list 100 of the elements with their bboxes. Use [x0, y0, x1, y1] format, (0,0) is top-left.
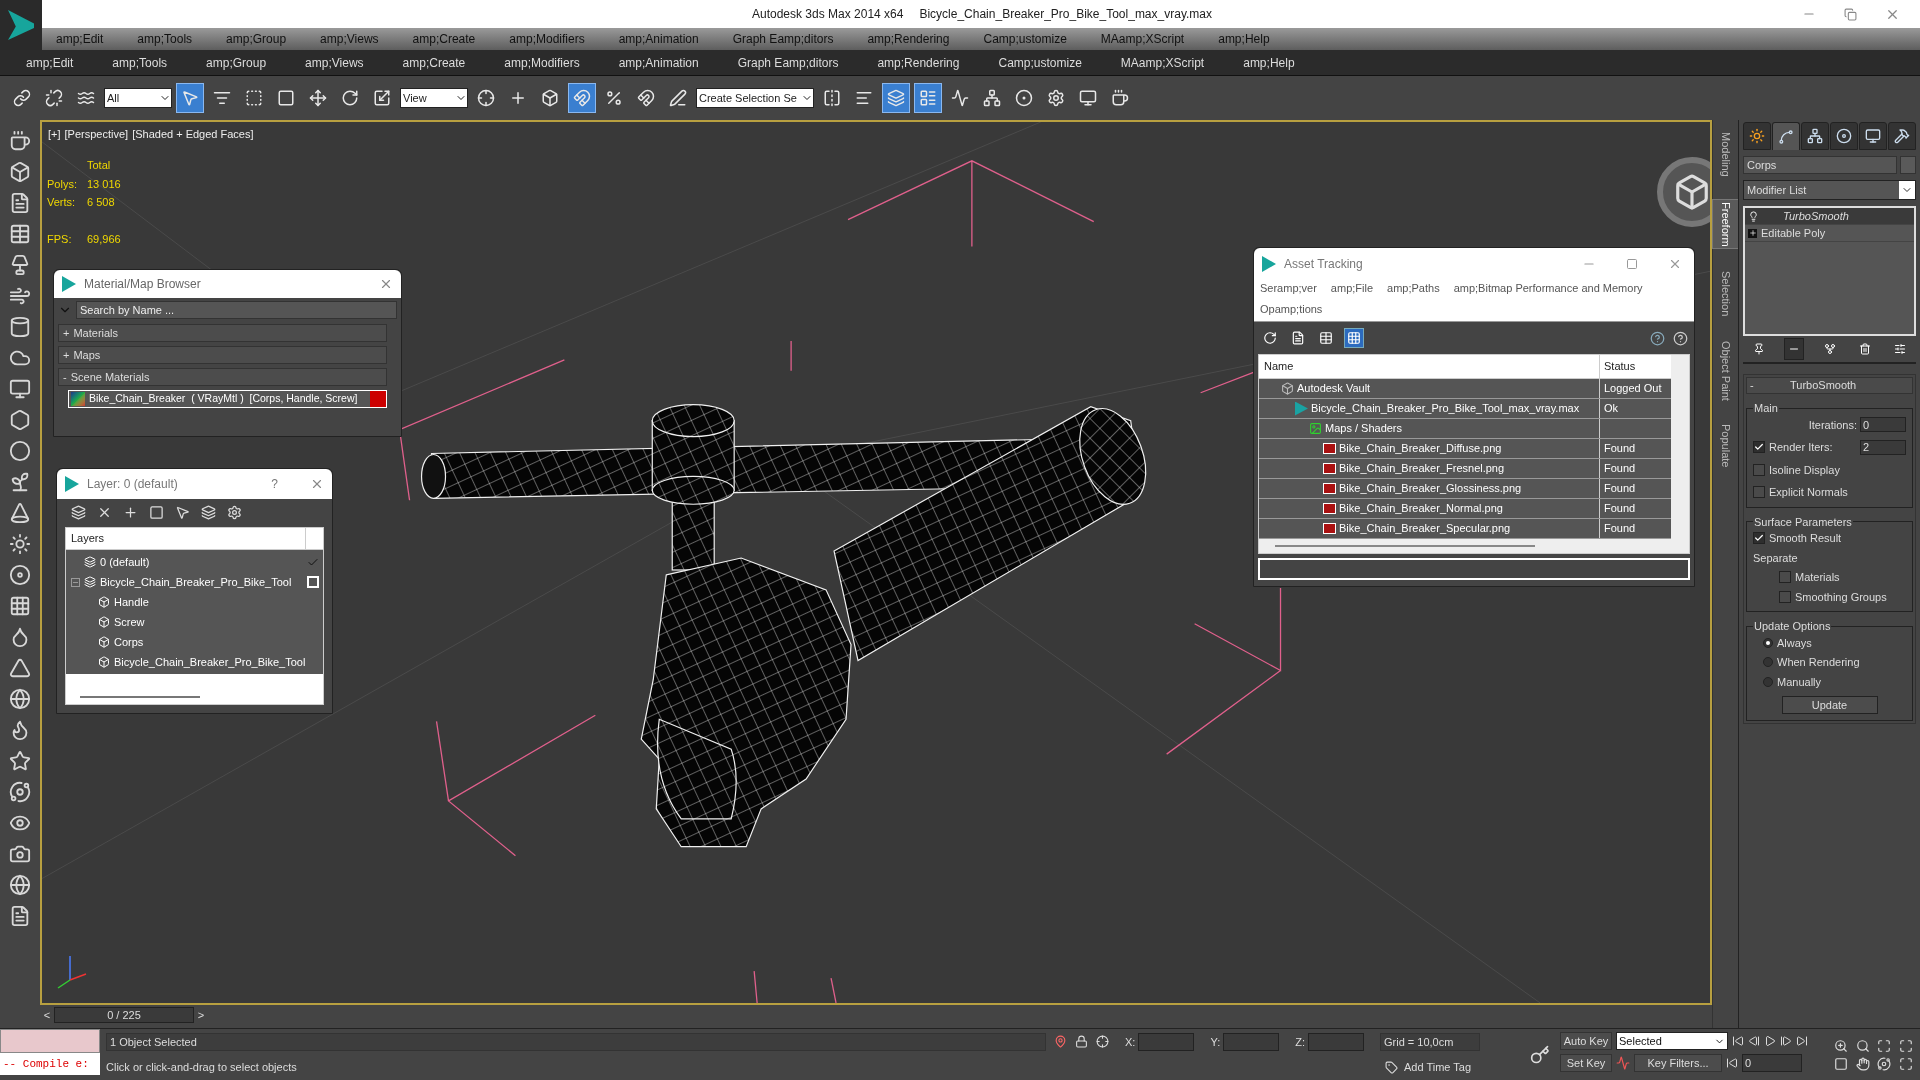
- layer-name[interactable]: Handle: [114, 593, 323, 611]
- frame-field[interactable]: 0: [1742, 1054, 1802, 1072]
- layer-name[interactable]: Bicycle_Chain_Breaker_Pro_Bike_Tool: [114, 653, 323, 671]
- previous-frame-button[interactable]: <: [40, 1006, 54, 1024]
- object-name-field[interactable]: Corps: [1743, 156, 1897, 174]
- ribbon-tab[interactable]: Modeling: [1713, 130, 1738, 179]
- asset-status: Found: [1604, 461, 1636, 477]
- material-item[interactable]: Bike_Chain_Breaker ( VRayMtl ) [Corps, Handle, Screw]: [68, 390, 387, 408]
- help-button[interactable]: ?: [271, 475, 278, 493]
- group-header[interactable]: + Materials: [58, 324, 387, 342]
- modifier-stack-item[interactable]: TurboSmooth: [1745, 208, 1914, 225]
- menu-item[interactable]: Camp;ustomize: [983, 30, 1067, 48]
- menu-item[interactable]: amp;Tools: [137, 30, 193, 48]
- menu-item[interactable]: Graph Eamp;ditors: [737, 53, 839, 72]
- selection-status: 1 Object Selected: [106, 1032, 1046, 1051]
- set-key-button[interactable]: Set Key: [1560, 1054, 1612, 1072]
- column-header[interactable]: Name: [1259, 358, 1599, 375]
- menu-item[interactable]: amp;Views: [320, 30, 379, 48]
- ribbon-tab[interactable]: Selection: [1713, 269, 1738, 319]
- menu-item[interactable]: MAamp;XScript: [1100, 30, 1185, 48]
- menu-item[interactable]: amp;Group: [226, 30, 287, 48]
- viewport-label[interactable]: [+]: [48, 126, 61, 143]
- menu-item[interactable]: MAamp;XScript: [1120, 53, 1205, 72]
- next-frame-button[interactable]: >: [194, 1006, 208, 1024]
- asset-status: Ok: [1604, 401, 1619, 417]
- group-title: Update Options: [1753, 619, 1832, 634]
- dropdown[interactable]: View: [400, 88, 468, 108]
- asset-name[interactable]: Bike_Chain_Breaker_Diffuse.png: [1339, 440, 1502, 457]
- column-header[interactable]: Status: [1599, 355, 1671, 378]
- layer-name[interactable]: Screw: [114, 613, 323, 631]
- viewport-label[interactable]: [Perspective]: [64, 126, 129, 143]
- asset-name[interactable]: Bike_Chain_Breaker_Specular.png: [1339, 520, 1511, 537]
- window-title: Asset Tracking: [1284, 256, 1364, 273]
- asset-name[interactable]: Maps / Shaders: [1325, 420, 1403, 437]
- window-title: Autodesk 3ds Max 2014 x64: [752, 6, 904, 23]
- search-field[interactable]: Search by Name ...: [76, 301, 397, 319]
- render-iters-spinner[interactable]: 2: [1860, 439, 1906, 455]
- checkbox-label: Materials: [1795, 570, 1840, 585]
- asset-status: Found: [1604, 441, 1636, 457]
- menu-item[interactable]: amp;Modifiers: [509, 30, 585, 48]
- asset-status: Found: [1604, 521, 1636, 537]
- coordinate-label: X:: [1125, 1034, 1136, 1050]
- menu-item[interactable]: Graph Eamp;ditors: [732, 30, 834, 48]
- menu-item[interactable]: amp;Help: [1243, 53, 1295, 72]
- menu-item[interactable]: amp;Create: [412, 30, 476, 48]
- dropdown[interactable]: Create Selection Se: [696, 88, 814, 108]
- menu-item[interactable]: amp;Animation: [618, 30, 699, 48]
- ribbon-tab[interactable]: Object Paint: [1713, 338, 1738, 403]
- menu-item[interactable]: amp;Help: [1218, 30, 1270, 48]
- layer-name[interactable]: 0 (default): [100, 553, 303, 571]
- modifier-list-dropdown[interactable]: Modifier List: [1743, 180, 1916, 200]
- update-button[interactable]: Update: [1781, 696, 1878, 714]
- group-header[interactable]: + Maps: [58, 346, 387, 364]
- menu-item[interactable]: Camp;ustomize: [998, 53, 1082, 72]
- key-mode-dropdown[interactable]: Selected: [1616, 1032, 1728, 1050]
- menu-item[interactable]: amp;Edit: [26, 53, 74, 72]
- asset-status: Found: [1604, 481, 1636, 497]
- asset-name[interactable]: Bike_Chain_Breaker_Fresnel.png: [1339, 460, 1505, 477]
- menu-item[interactable]: Seramp;ver: [1260, 280, 1317, 297]
- layer-name[interactable]: Bicycle_Chain_Breaker_Pro_Bike_Tool: [100, 573, 303, 591]
- key-filters-button[interactable]: Key Filters...: [1634, 1054, 1722, 1072]
- menu-item[interactable]: amp;Rendering: [877, 53, 960, 72]
- stat-label: FPS:: [47, 231, 73, 247]
- menu-item[interactable]: amp;Edit: [56, 30, 104, 48]
- stats-header: Total: [87, 158, 112, 173]
- ribbon-tab[interactable]: Populate: [1713, 422, 1738, 470]
- section-label: Separate: [1753, 550, 1799, 566]
- prompt-text: Click or click-and-drag to select objects: [106, 1060, 298, 1075]
- menu-item[interactable]: amp;Modifiers: [504, 53, 580, 72]
- asset-name[interactable]: Autodesk Vault: [1297, 380, 1371, 397]
- menu-item[interactable]: amp;Animation: [618, 53, 699, 72]
- menu-item[interactable]: amp;Bitmap Performance and Memory: [1453, 280, 1643, 297]
- modifier-stack-item[interactable]: Editable Poly: [1745, 225, 1914, 242]
- menu-item[interactable]: amp;Paths: [1387, 280, 1440, 297]
- menu-item[interactable]: amp;Rendering: [867, 30, 950, 48]
- menu-item[interactable]: amp;Tools: [112, 53, 168, 72]
- time-slider-handle[interactable]: 0 / 225: [54, 1007, 194, 1023]
- viewport-label[interactable]: [Shaded + Edged Faces]: [132, 126, 254, 143]
- dropdown[interactable]: All: [104, 88, 172, 108]
- stat-value: 69,966: [87, 231, 121, 247]
- coordinate-label: Y:: [1210, 1034, 1221, 1050]
- asset-name[interactable]: Bicycle_Chain_Breaker_Pro_Bike_Tool_max_vray.max: [1311, 400, 1580, 417]
- window-title: Layer: 0 (default): [87, 476, 179, 493]
- asset-name[interactable]: Bike_Chain_Breaker_Glossiness.png: [1339, 480, 1522, 497]
- menu-item[interactable]: amp;Create: [402, 53, 466, 72]
- column-header[interactable]: Layers: [66, 530, 305, 547]
- group-header[interactable]: - Scene Materials: [58, 368, 387, 386]
- menu-item[interactable]: amp;Group: [206, 53, 267, 72]
- stat-value: 13 016: [87, 176, 121, 192]
- menu-item[interactable]: amp;Views: [305, 53, 364, 72]
- rollout-header[interactable]: - TurboSmooth: [1746, 377, 1913, 394]
- iterations-spinner[interactable]: 0: [1860, 417, 1906, 433]
- stat-label: Polys:: [47, 176, 78, 192]
- asset-name[interactable]: Bike_Chain_Breaker_Normal.png: [1339, 500, 1503, 517]
- add-time-tag-button[interactable]: Add Time Tag: [1404, 1059, 1514, 1076]
- menu-item[interactable]: Opamp;tions: [1260, 300, 1323, 317]
- menu-item[interactable]: amp;File: [1330, 280, 1374, 297]
- ribbon-tab[interactable]: Freeform: [1712, 198, 1739, 250]
- layer-name[interactable]: Corps: [114, 633, 323, 651]
- auto-key-button[interactable]: Auto Key: [1560, 1032, 1612, 1050]
